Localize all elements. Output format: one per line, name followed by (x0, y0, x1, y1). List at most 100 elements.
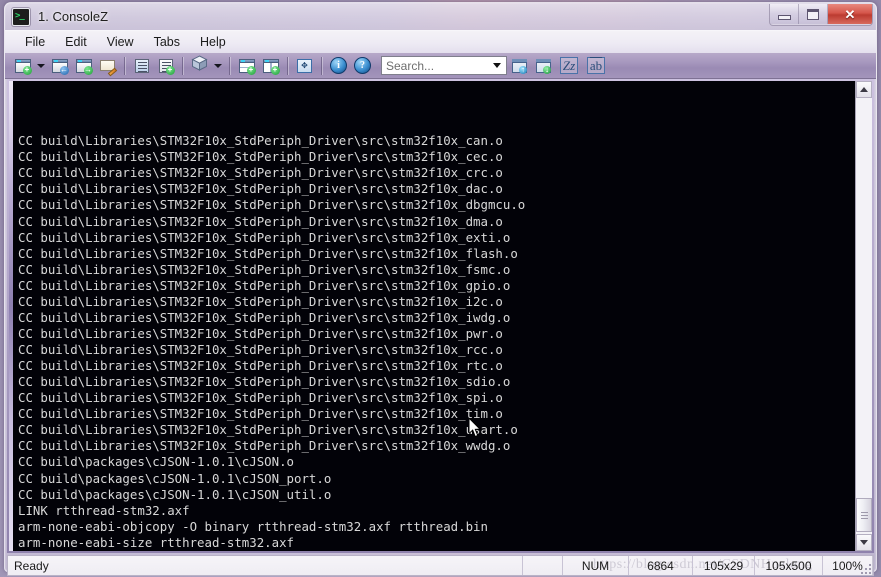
resize-window-icon: ✥ (297, 58, 312, 73)
triangle-down-icon (860, 540, 868, 545)
info-icon: i (330, 57, 347, 74)
title-bar[interactable]: >_ 1. ConsoleZ ✕ (5, 3, 876, 30)
search-box[interactable] (381, 56, 507, 75)
previous-tab-icon: ← (51, 58, 69, 75)
view-size-indicator: 105x29 (693, 556, 755, 575)
new-tab-button[interactable]: + (11, 55, 34, 76)
about-button[interactable]: i (327, 55, 350, 76)
menu-item-view[interactable]: View (97, 33, 144, 51)
new-tab-dropdown[interactable] (35, 55, 47, 76)
maximize-button[interactable] (799, 4, 828, 24)
buffer-count: 6864 (629, 556, 693, 575)
console-line: CC build\Libraries\STM32F10x_StdPeriph_D… (18, 133, 503, 149)
console-line: CC build\Libraries\STM32F10x_StdPeriph_D… (18, 197, 526, 213)
toolbar-separator (229, 56, 230, 75)
consolez-window: >_ 1. ConsoleZ ✕ File Edit View Tabs Hel (4, 2, 877, 576)
console-line: CC build\packages\cJSON-1.0.1\cJSON_util… (18, 486, 332, 502)
resize-grip[interactable] (859, 562, 871, 574)
toolbar-separator (321, 56, 322, 75)
next-tab-icon: → (75, 58, 93, 75)
console-line: CC build\Libraries\STM32F10x_StdPeriph_D… (18, 293, 503, 309)
terminal-prompt-icon: >_ (12, 7, 30, 26)
status-bar: https://blog.csdn.net/CSDNHualong Ready … (7, 555, 874, 576)
scroll-up-button[interactable]: ↑ (508, 55, 531, 76)
toolbar-separator (124, 56, 125, 75)
paste-button[interactable]: + (154, 55, 177, 76)
console-line: CC build\Libraries\STM32F10x_StdPeriph_D… (18, 181, 503, 197)
scrollbar-grip-icon (860, 510, 868, 521)
console-line: CC build\Libraries\STM32F10x_StdPeriph_D… (18, 213, 503, 229)
console-line: arm-none-eabi-objcopy -O binary rtthread… (18, 518, 488, 534)
console-line: arm-none-eabi-size rtthread-stm32.axf (18, 534, 295, 550)
chevron-down-icon (37, 63, 45, 68)
scrollbar-up-button[interactable] (856, 81, 872, 98)
console-line: CC build\Libraries\STM32F10x_StdPeriph_D… (18, 422, 518, 438)
scroll-down-button[interactable]: ↓ (532, 55, 555, 76)
split-vertical-button[interactable]: + (259, 55, 282, 76)
split-horizontal-icon: + (238, 58, 256, 75)
scrollbar-track[interactable] (856, 98, 872, 534)
console-line: CC build\packages\cJSON-1.0.1\cJSON_port… (18, 470, 332, 486)
console-line: CC build\Libraries\STM32F10x_StdPeriph_D… (18, 149, 503, 165)
console-output[interactable]: CC build\Libraries\STM32F10x_StdPeriph_D… (13, 81, 855, 551)
search-dropdown-button[interactable] (490, 57, 504, 74)
console-line: CC build\Libraries\STM32F10x_StdPeriph_D… (18, 406, 503, 422)
next-tab-button[interactable]: → (72, 55, 95, 76)
console-line: CC build\Libraries\STM32F10x_StdPeriph_D… (18, 277, 511, 293)
minimize-icon (777, 14, 791, 20)
toolbar-separator (287, 56, 288, 75)
scrollbar-thumb[interactable] (856, 498, 872, 532)
console-line: CC build\Libraries\STM32F10x_StdPeriph_D… (18, 229, 511, 245)
buffer-size-indicator: 105x500 (755, 556, 823, 575)
menu-bar: File Edit View Tabs Help (5, 30, 876, 53)
console-line: CC build\Libraries\STM32F10x_StdPeriph_D… (18, 261, 511, 277)
console-line: CC build\Libraries\STM32F10x_StdPeriph_D… (18, 358, 503, 374)
rename-tab-button[interactable] (96, 55, 119, 76)
console-line: LINK rtthread-stm32.axf (18, 502, 190, 518)
triangle-up-icon (860, 87, 868, 92)
console-line: CC build\Libraries\STM32F10x_StdPeriph_D… (18, 309, 511, 325)
menu-item-edit[interactable]: Edit (55, 33, 97, 51)
app-icon-glyph: >_ (15, 10, 25, 21)
chevron-down-icon (493, 63, 501, 68)
num-lock-indicator: NUM (563, 556, 629, 575)
console-line: CC build\Libraries\STM32F10x_StdPeriph_D… (18, 438, 511, 454)
console-line: CC build\Libraries\STM32F10x_StdPeriph_D… (18, 165, 503, 181)
paste-icon: + (158, 58, 175, 75)
scrollbar-down-button[interactable] (856, 534, 872, 551)
close-icon: ✕ (844, 6, 856, 22)
split-vertical-icon: + (262, 58, 280, 75)
toolbar: + ← → + + + ✥ i ? Search... ↑ ↓ Zz ab (5, 53, 876, 79)
previous-tab-button[interactable]: ← (48, 55, 71, 76)
console-line: CC build\Libraries\STM32F10x_StdPeriph_D… (18, 342, 503, 357)
console-line: CC build\Libraries\STM32F10x_StdPeriph_D… (18, 374, 511, 390)
console-line: CC build\Libraries\STM32F10x_StdPeriph_D… (18, 325, 503, 341)
search-input[interactable] (382, 57, 506, 74)
cube-icon (191, 55, 208, 76)
sleep-toggle-button[interactable]: Zz (556, 55, 582, 76)
menu-item-tabs[interactable]: Tabs (144, 33, 190, 51)
resize-button[interactable]: ✥ (293, 55, 316, 76)
rename-tab-icon (99, 59, 117, 76)
settings-button[interactable] (188, 55, 211, 76)
desktop-background: >_ 1. ConsoleZ ✕ File Edit View Tabs Hel (0, 0, 881, 577)
console-line: CC build\packages\cJSON-1.0.1\cJSON.o (18, 454, 295, 470)
zz-icon: Zz (559, 57, 579, 74)
close-button[interactable]: ✕ (828, 4, 872, 24)
console-line: CC build\Libraries\STM32F10x_StdPeriph_D… (18, 390, 503, 406)
status-message: Ready (8, 556, 523, 575)
menu-item-file[interactable]: File (15, 33, 55, 51)
minimize-button[interactable] (770, 4, 799, 24)
new-tab-icon: + (14, 58, 32, 75)
caption-button-group: ✕ (769, 4, 873, 26)
window-title: 1. ConsoleZ (38, 9, 109, 24)
menu-item-help[interactable]: Help (190, 33, 236, 51)
help-button[interactable]: ? (351, 55, 374, 76)
text-toggle-button[interactable]: ab (583, 55, 609, 76)
ab-icon: ab (586, 57, 606, 74)
split-horizontal-button[interactable]: + (235, 55, 258, 76)
console-scrollbar[interactable] (855, 81, 872, 551)
chevron-down-icon (214, 63, 222, 68)
settings-dropdown[interactable] (212, 55, 224, 76)
copy-button[interactable] (130, 55, 153, 76)
